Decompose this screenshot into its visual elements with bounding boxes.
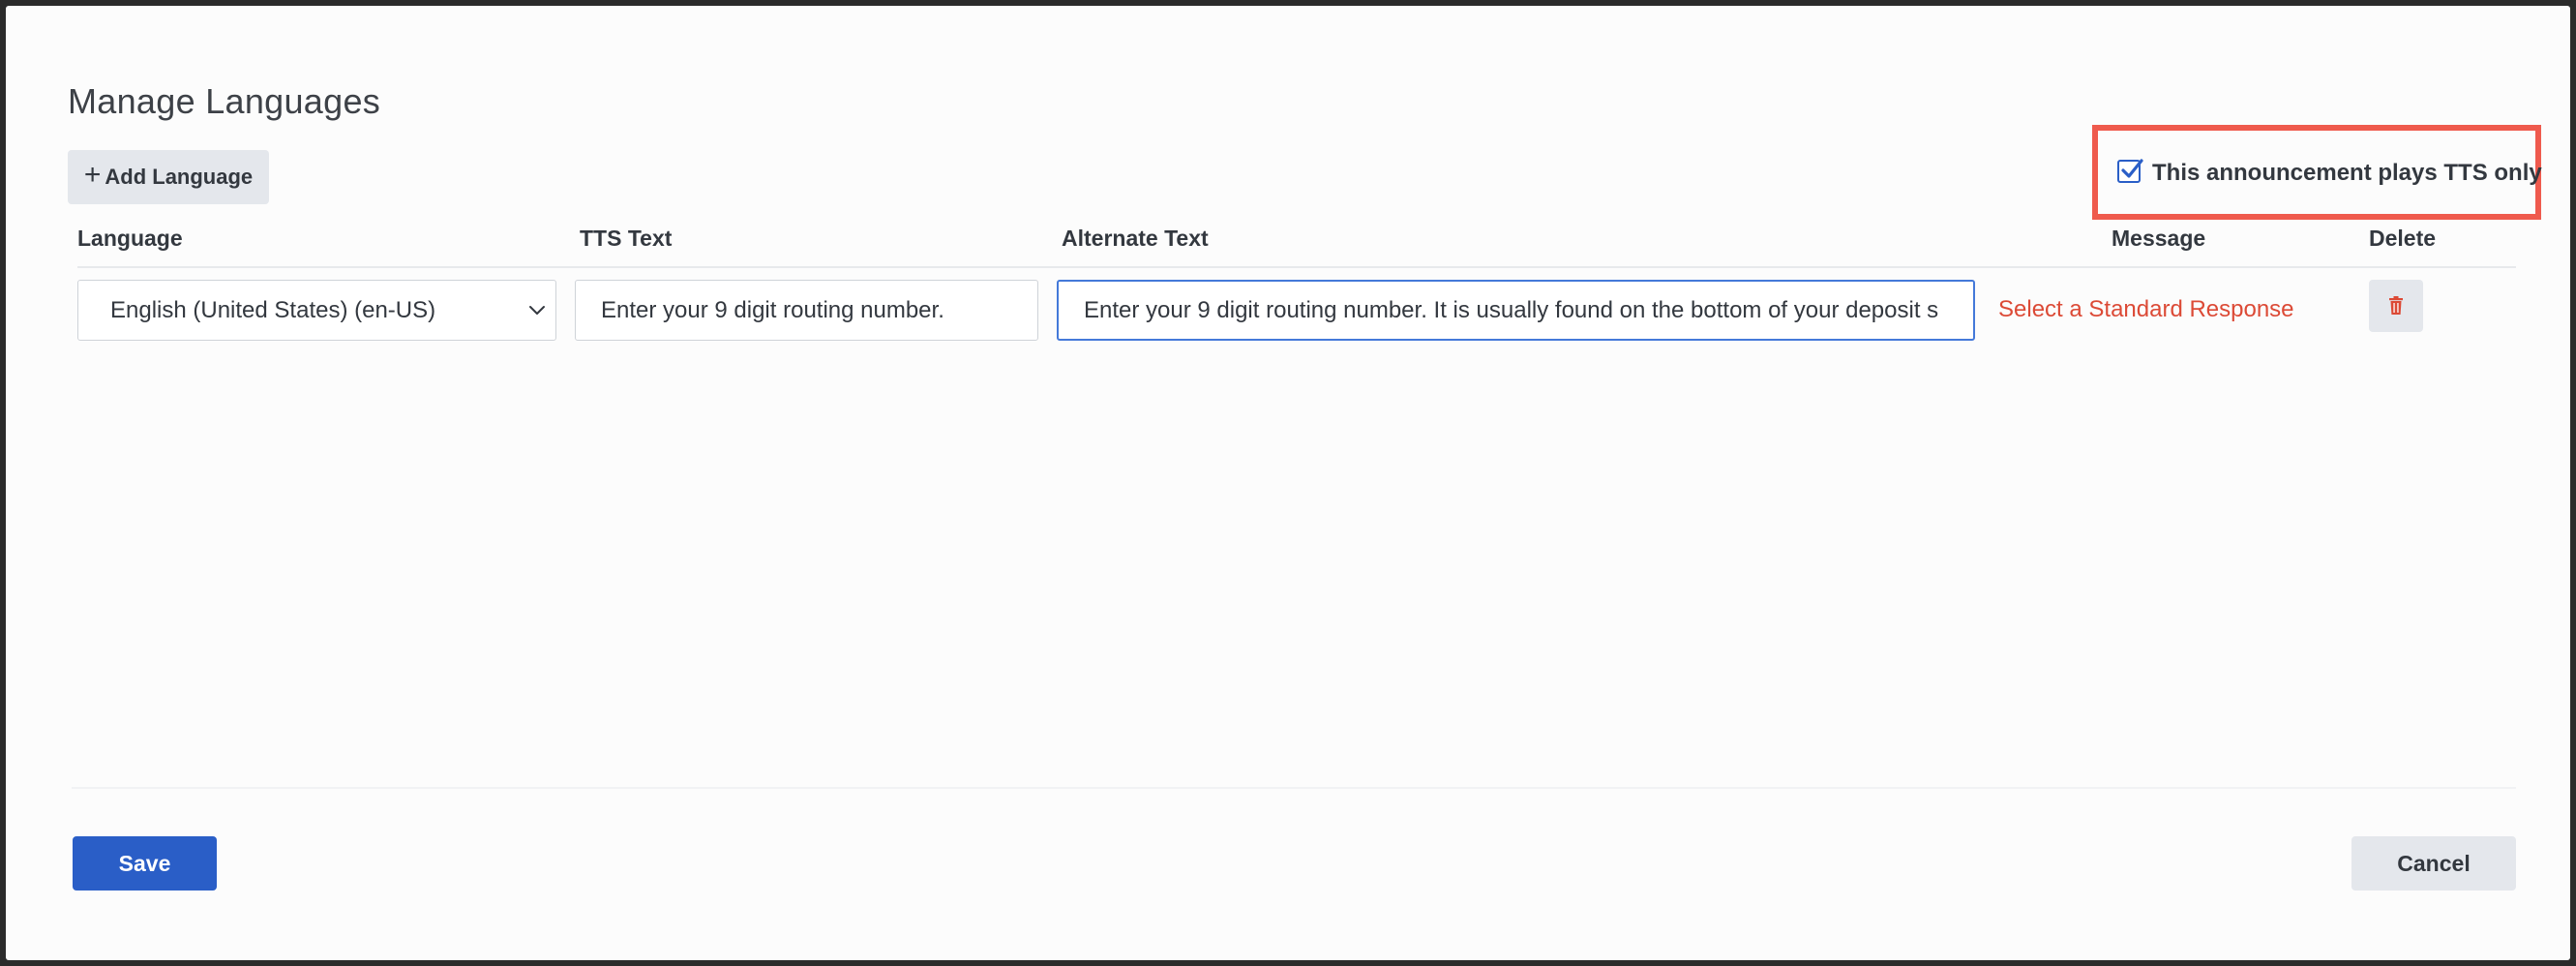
cancel-button[interactable]: Cancel [2351,836,2516,891]
language-select-value: English (United States) (en-US) [110,296,436,323]
column-header-delete: Delete [2369,226,2437,251]
trash-icon [2389,296,2403,315]
column-header-alternate-text: Alternate Text [1062,226,1209,251]
save-button[interactable]: Save [73,836,217,891]
chevron-down-icon [529,306,545,315]
plus-icon: + [83,159,102,191]
alternate-text-input[interactable]: Enter your 9 digit routing number. It is… [1057,280,1975,341]
checkbox-checked-icon [2121,159,2143,178]
tts-only-checkbox[interactable] [2117,159,2143,183]
column-header-tts-text: TTS Text [580,226,673,251]
delete-row-button[interactable] [2369,280,2423,332]
manage-languages-dialog: Manage Languages + Add Language This ann… [6,6,2570,960]
add-language-button[interactable]: + Add Language [68,150,269,204]
language-select[interactable]: English (United States) (en-US) [77,280,556,341]
tts-text-value: Enter your 9 digit routing number. [601,296,944,323]
tts-only-label[interactable]: This announcement plays TTS only [2152,160,2542,187]
select-standard-response-link[interactable]: Select a Standard Response [1998,296,2294,323]
table-header-divider [77,266,2516,268]
add-language-label: Add Language [105,165,254,189]
content-divider [72,787,2516,789]
dialog-title: Manage Languages [68,81,381,121]
column-header-message: Message [2112,226,2206,251]
column-header-language: Language [77,226,183,251]
alternate-text-value: Enter your 9 digit routing number. It is… [1084,296,1939,323]
tts-text-input[interactable]: Enter your 9 digit routing number. [575,280,1038,341]
